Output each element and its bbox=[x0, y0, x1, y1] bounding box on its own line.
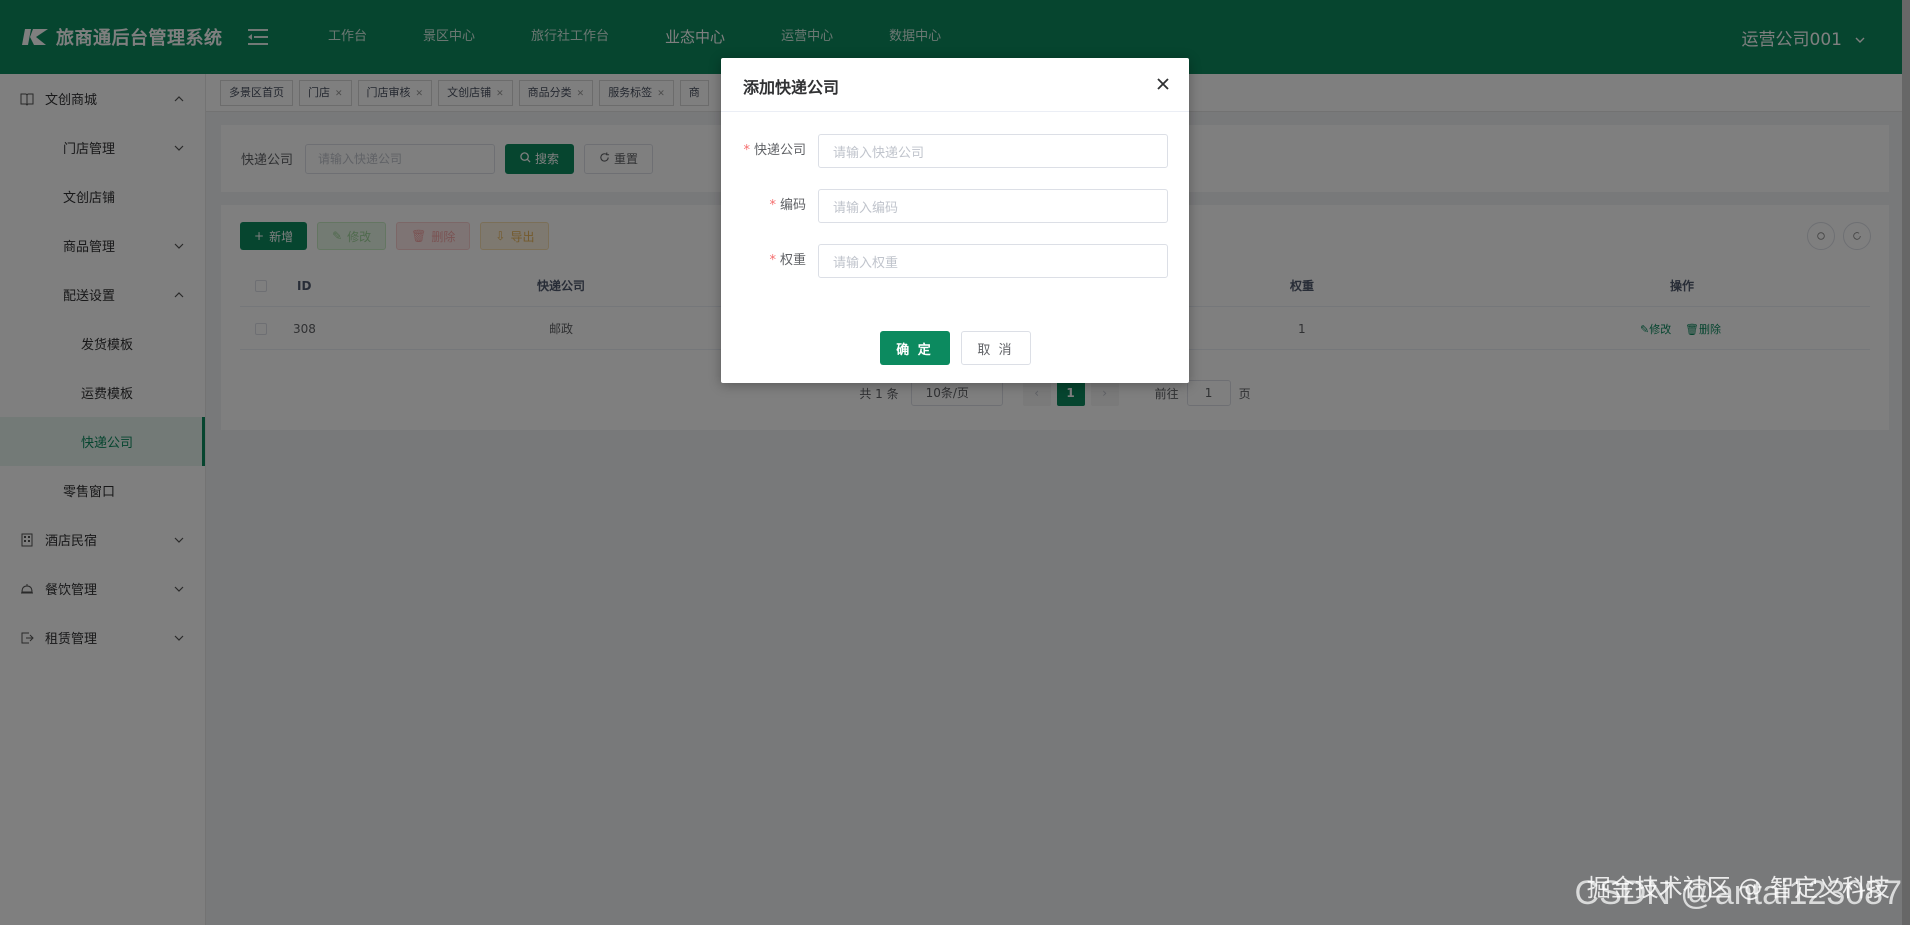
input-placeholder: 请输入快递公司 bbox=[833, 145, 925, 161]
form-label-weight: * 权重 bbox=[769, 253, 806, 268]
confirm-button[interactable]: 确 定 bbox=[879, 331, 950, 365]
dialog-divider bbox=[721, 111, 1189, 112]
label-text: 编码 bbox=[779, 198, 806, 213]
label-text: 权重 bbox=[779, 253, 806, 268]
form-item-weight: * 权重 请输入权重 bbox=[721, 244, 1189, 278]
express-company-input[interactable]: 请输入快递公司 bbox=[818, 134, 1168, 168]
dialog-title: 添加快递公司 bbox=[743, 78, 840, 97]
form-label-company: * 快递公司 bbox=[743, 143, 806, 158]
form-item-code: * 编码 请输入编码 bbox=[721, 189, 1189, 223]
code-input[interactable]: 请输入编码 bbox=[818, 189, 1168, 223]
watermark-juejin: 掘金技术社区 @ 智定义科技 bbox=[1586, 874, 1890, 902]
close-icon[interactable] bbox=[1155, 76, 1171, 92]
input-placeholder: 请输入编码 bbox=[833, 200, 899, 216]
dialog-footer: 确 定 取 消 bbox=[721, 331, 1189, 365]
form-item-company: * 快递公司 请输入快递公司 bbox=[721, 134, 1189, 168]
add-express-dialog: 添加快递公司 * 快递公司 请输入快递公司 * 编码 请输入编码 * 权重 请输入权重… bbox=[721, 58, 1189, 383]
input-placeholder: 请输入权重 bbox=[833, 255, 899, 271]
label-text: 快递公司 bbox=[753, 143, 806, 158]
weight-input[interactable]: 请输入权重 bbox=[818, 244, 1168, 278]
cancel-button[interactable]: 取 消 bbox=[960, 331, 1031, 365]
form-label-code: * 编码 bbox=[769, 198, 806, 213]
